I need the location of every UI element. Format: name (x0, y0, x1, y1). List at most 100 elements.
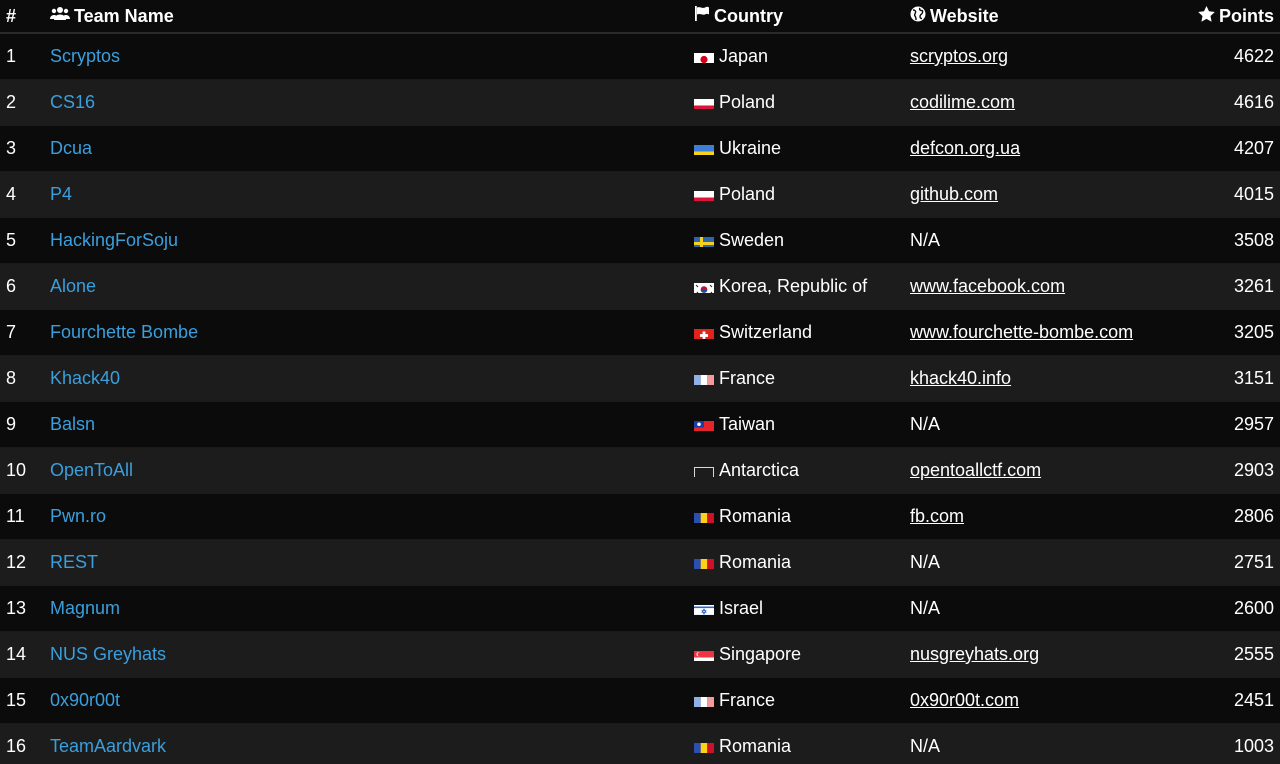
website-cell: khack40.info (900, 368, 1180, 389)
team-cell: P4 (40, 184, 684, 205)
website-cell: N/A (900, 414, 1180, 435)
country-name: Romania (719, 506, 792, 526)
rank-cell: 6 (6, 276, 17, 296)
team-link[interactable]: TeamAardvark (50, 736, 166, 756)
table-row: 6 Alone Korea, Republic of www.facebook.com… (0, 264, 1280, 310)
table-row: 4 P4 Poland github.com 4015 (0, 172, 1280, 218)
points-cell: 4622 (1233, 46, 1274, 66)
country-cell: France (684, 368, 900, 389)
country-name: Antarctica (719, 460, 800, 480)
rank-cell: 2 (6, 92, 17, 112)
team-link[interactable]: Balsn (50, 414, 95, 434)
rank-cell: 16 (6, 736, 27, 756)
table-row: 8 Khack40 France khack40.info 3151 (0, 356, 1280, 402)
country-cell: France (684, 690, 900, 711)
team-cell: Khack40 (40, 368, 684, 389)
country-cell: Ukraine (684, 138, 900, 159)
points-cell: 2903 (1233, 460, 1274, 480)
website-link[interactable]: opentoallctf.com (910, 460, 1041, 480)
team-link[interactable]: 0x90r00t (50, 690, 120, 710)
rank-column-header[interactable]: # (0, 5, 40, 27)
table-row: 10 OpenToAll Antarctica opentoallctf.com 290… (0, 448, 1280, 494)
team-link[interactable]: Magnum (50, 598, 120, 618)
website-cell: www.fourchette-bombe.com (900, 322, 1180, 343)
team-link[interactable]: Scryptos (50, 46, 120, 66)
team-column-header[interactable]: Team Name (40, 5, 684, 27)
points-cell: 3205 (1233, 322, 1274, 342)
team-link[interactable]: Dcua (50, 138, 92, 158)
website-link[interactable]: www.facebook.com (910, 276, 1065, 296)
website-cell: 0x90r00t.com (900, 690, 1180, 711)
team-link[interactable]: CS16 (50, 92, 95, 112)
country-column-header[interactable]: Country (684, 6, 900, 27)
table-row: 13 Magnum Israel N/A 2600 (0, 586, 1280, 632)
team-link[interactable]: Fourchette Bombe (50, 322, 198, 342)
points-column-header[interactable]: Points (1180, 5, 1280, 27)
country-name: Taiwan (719, 414, 776, 434)
team-link[interactable]: Alone (50, 276, 96, 296)
romania-flag-icon (694, 740, 714, 753)
team-cell: OpenToAll (40, 460, 684, 481)
globe-icon (910, 6, 926, 27)
users-icon (50, 6, 70, 26)
points-cell: 3261 (1233, 276, 1274, 296)
website-cell: N/A (900, 230, 1180, 251)
website-link[interactable]: khack40.info (910, 368, 1011, 388)
country-cell: Romania (684, 506, 900, 527)
country-cell: Sweden (684, 230, 900, 251)
team-link[interactable]: NUS Greyhats (50, 644, 166, 664)
rank-cell: 9 (6, 414, 17, 434)
team-cell: Dcua (40, 138, 684, 159)
table-row: 7 Fourchette Bombe Switzerland www.fourchet… (0, 310, 1280, 356)
country-name: Singapore (719, 644, 802, 664)
france-flag-icon (694, 694, 714, 707)
website-link[interactable]: www.fourchette-bombe.com (910, 322, 1133, 342)
switzerland-flag-icon (694, 326, 714, 339)
team-cell: Alone (40, 276, 684, 297)
table-row: 9 Balsn Taiwan N/A 2957 (0, 402, 1280, 448)
rank-cell: 15 (6, 690, 27, 710)
website-link[interactable]: nusgreyhats.org (910, 644, 1039, 664)
team-link[interactable]: Khack40 (50, 368, 120, 388)
table-row: 12 REST Romania N/A 2751 (0, 540, 1280, 586)
rank-cell: 10 (6, 460, 27, 480)
rank-cell: 1 (6, 46, 17, 66)
team-cell: TeamAardvark (40, 736, 684, 757)
table-row: 16 TeamAardvark Romania N/A 1003 (0, 724, 1280, 764)
website-link[interactable]: codilime.com (910, 92, 1015, 112)
taiwan-flag-icon (694, 418, 714, 431)
rank-cell: 14 (6, 644, 27, 664)
country-cell: Taiwan (684, 414, 900, 435)
table-row: 15 0x90r00t France 0x90r00t.com 2451 (0, 678, 1280, 724)
sweden-flag-icon (694, 234, 714, 247)
team-link[interactable]: HackingForSoju (50, 230, 178, 250)
country-name: Poland (719, 184, 776, 204)
rank-cell: 3 (6, 138, 17, 158)
website-column-header[interactable]: Website (900, 5, 1180, 27)
website-link[interactable]: defcon.org.ua (910, 138, 1020, 158)
table-row: 11 Pwn.ro Romania fb.com 2806 (0, 494, 1280, 540)
country-name: Ukraine (719, 138, 782, 158)
website-link[interactable]: github.com (910, 184, 998, 204)
website-link[interactable]: 0x90r00t.com (910, 690, 1019, 710)
team-link[interactable]: P4 (50, 184, 72, 204)
team-link[interactable]: Pwn.ro (50, 506, 106, 526)
website-link[interactable]: fb.com (910, 506, 964, 526)
team-cell: CS16 (40, 92, 684, 113)
flag-icon (694, 6, 710, 26)
website-cell: scryptos.org (900, 46, 1180, 67)
team-link[interactable]: REST (50, 552, 98, 572)
country-cell: Poland (684, 92, 900, 113)
singapore-flag-icon (694, 648, 714, 661)
country-name: Romania (719, 552, 792, 572)
poland-flag-icon (694, 96, 714, 109)
table-row: 14 NUS Greyhats Singapore nusgreyhats.org 25… (0, 632, 1280, 678)
team-link[interactable]: OpenToAll (50, 460, 133, 480)
team-cell: 0x90r00t (40, 690, 684, 711)
rank-cell: 4 (6, 184, 17, 204)
points-cell: 3508 (1233, 230, 1274, 250)
points-cell: 2600 (1233, 598, 1274, 618)
points-cell: 2957 (1233, 414, 1274, 434)
points-cell: 2751 (1233, 552, 1274, 572)
website-link[interactable]: scryptos.org (910, 46, 1008, 66)
